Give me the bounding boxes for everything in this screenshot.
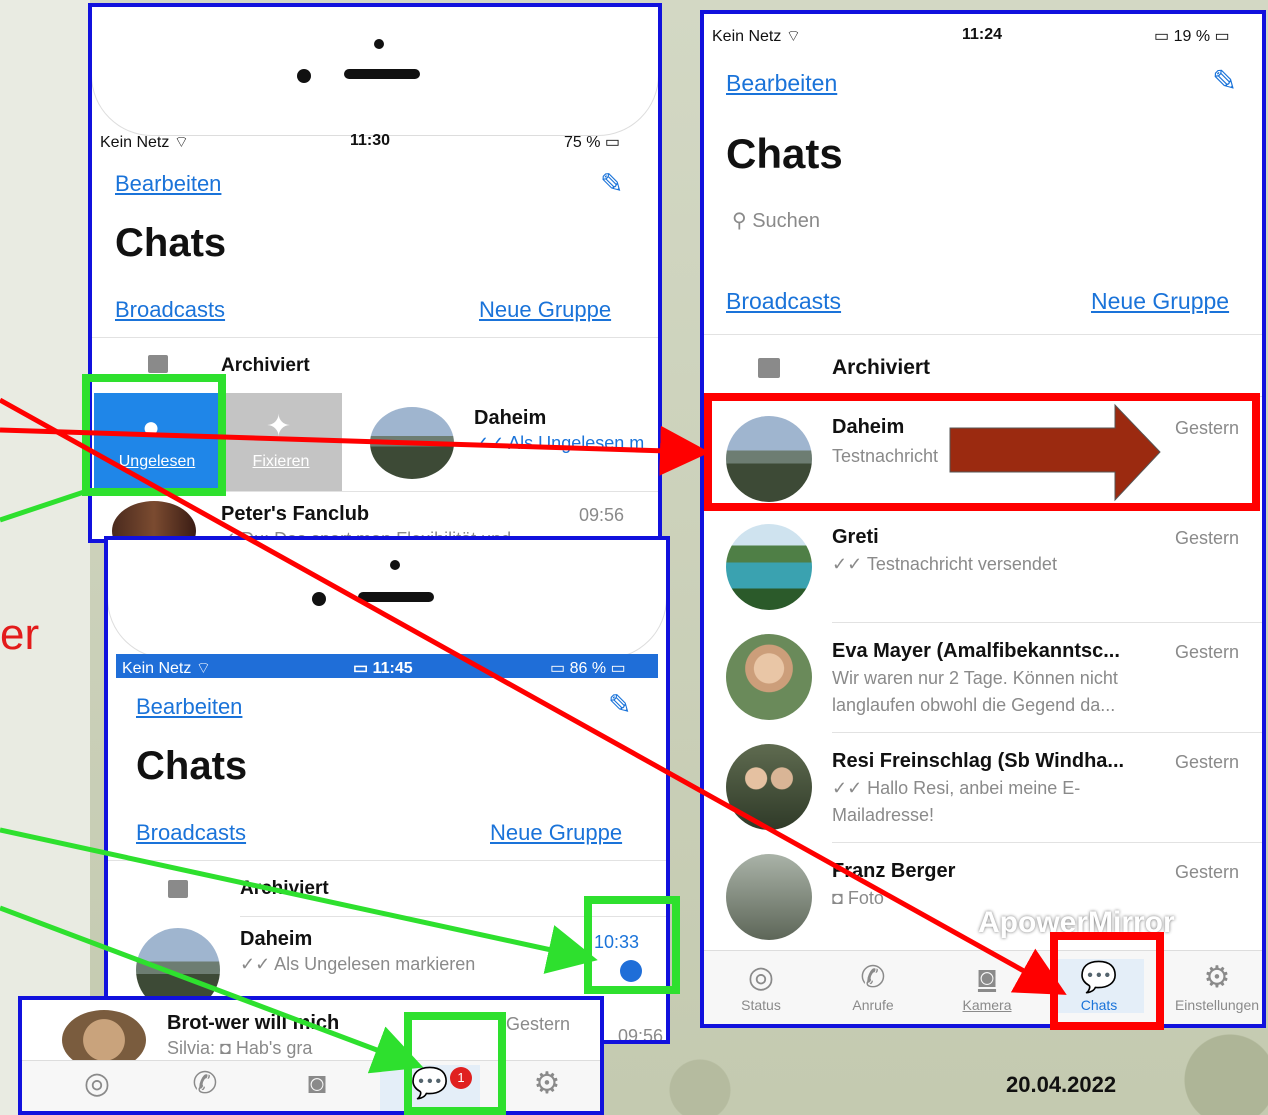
arrow-to-swipe-action (0, 487, 91, 523)
annotation-arrows (0, 397, 1161, 1074)
arrow-to-chat-row (0, 425, 710, 476)
arrow-to-badge (0, 905, 424, 1074)
date-label: 20.04.2022 (1006, 1072, 1117, 1097)
arrow-to-chats-tab (0, 397, 1067, 995)
brown-arrow (949, 403, 1161, 502)
